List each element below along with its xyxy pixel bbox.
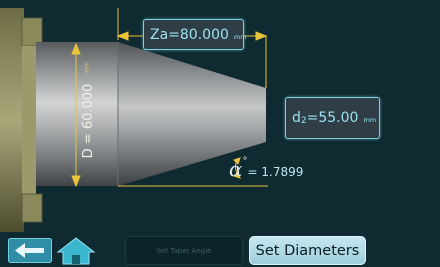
set-diameters-label: Set Diameters [255,242,360,259]
za-prefix: Za [150,26,169,43]
degree-symbol: ° [242,156,248,167]
d2-prefix: d [292,110,301,126]
za-value: =80.000 [168,26,229,43]
za-unit: mm [233,32,247,41]
back-button[interactable] [8,238,52,263]
headstock [0,8,24,232]
set-taper-label: Set Taper Angle [156,246,212,255]
chuck-jaw-mid [22,46,36,194]
taper-angle-readout: α ° = 1.7899 [229,156,304,181]
diameter-value: D = 60.000 [80,83,96,159]
alpha-symbol: α [229,157,243,181]
set-taper-angle-button[interactable]: Set Taper Angle [125,236,243,265]
home-button[interactable] [56,236,96,265]
diameter-unit: mm [82,61,91,75]
chuck-jaw-bottom [21,193,43,223]
set-diameters-button[interactable]: Set Diameters [249,236,366,265]
d2-unit: mm [363,116,377,124]
alpha-value: = 1.7899 [247,165,304,179]
d2-diameter-field[interactable]: d 2 =55.00 mm [285,97,380,139]
chuck-jaw-top [21,17,43,47]
diameter-label: D = 60.000 [73,61,103,181]
za-length-field[interactable]: Za =80.000 mm [143,19,247,50]
d2-value: =55.00 [306,110,359,126]
